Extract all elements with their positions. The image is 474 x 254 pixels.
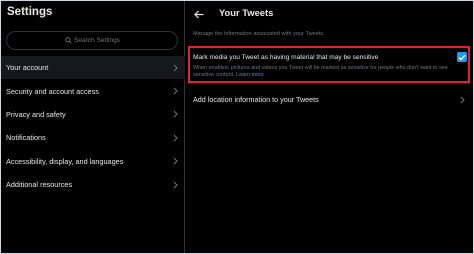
- checkmark-icon: [458, 54, 466, 61]
- sensitive-media-label[interactable]: Mark media you Tweet as having material …: [193, 54, 378, 61]
- search-icon: [64, 37, 72, 45]
- sidebar-item-privacy[interactable]: Privacy and safety: [1, 103, 185, 126]
- page-subtitle: Manage the information associated with y…: [193, 31, 325, 37]
- sidebar-item-additional-resources[interactable]: Additional resources: [1, 173, 185, 196]
- chevron-right-icon: [172, 87, 179, 96]
- settings-title: Settings: [7, 6, 53, 18]
- chevron-right-icon: [172, 110, 179, 119]
- search-placeholder: Search Settings: [74, 37, 120, 44]
- sidebar-item-your-account[interactable]: Your account: [1, 56, 185, 80]
- sidebar-item-label: Privacy and safety: [6, 109, 66, 119]
- sidebar-item-notifications[interactable]: Notifications: [1, 126, 185, 149]
- sidebar-item-label: Additional resources: [6, 180, 73, 190]
- learn-more-link[interactable]: Learn more: [236, 72, 264, 78]
- sidebar-item-label: Notifications: [6, 133, 46, 143]
- sensitive-media-checkbox[interactable]: [457, 52, 467, 62]
- page-title: Your Tweets: [219, 7, 274, 18]
- back-arrow-icon[interactable]: [193, 8, 205, 20]
- sidebar-item-label: Security and account access: [6, 86, 99, 96]
- location-setting-row[interactable]: Add location information to your Tweets: [186, 87, 473, 112]
- chevron-right-icon: [459, 95, 466, 104]
- chevron-right-icon: [172, 157, 179, 166]
- chevron-right-icon: [172, 63, 179, 72]
- sidebar-item-security[interactable]: Security and account access: [1, 79, 185, 102]
- chevron-right-icon: [172, 133, 179, 142]
- settings-sidebar: Settings Search Settings Your account Se…: [1, 1, 185, 253]
- sensitive-media-description: When enabled, pictures and videos you Tw…: [193, 65, 455, 79]
- detail-panel: Your Tweets Manage the information assoc…: [186, 1, 473, 253]
- sidebar-item-label: Accessibility, display, and languages: [6, 156, 124, 166]
- description-text: When enabled, pictures and videos you Tw…: [193, 65, 448, 78]
- chevron-right-icon: [172, 180, 179, 189]
- search-input[interactable]: Search Settings: [6, 31, 178, 50]
- sidebar-item-accessibility[interactable]: Accessibility, display, and languages: [1, 150, 185, 173]
- sidebar-item-label: Your account: [6, 63, 49, 73]
- settings-nav: Your account Security and account access…: [1, 56, 185, 196]
- location-setting-label: Add location information to your Tweets: [193, 95, 319, 104]
